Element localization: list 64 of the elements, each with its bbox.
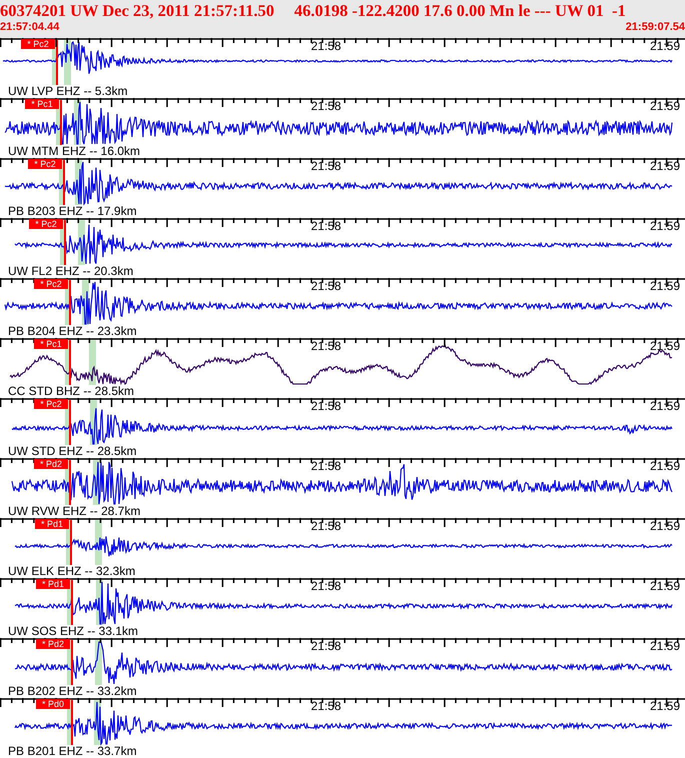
pick-line [70, 520, 72, 565]
pick-label: * Pc1 [25, 99, 59, 109]
time-label: 21:58 [311, 100, 342, 113]
pick-line [60, 100, 62, 145]
pick-line [69, 460, 71, 505]
pick-label: * Pc1 [34, 339, 68, 349]
pick-line [64, 220, 66, 265]
time-label: 21:58 [311, 700, 342, 713]
pick-label: * Pc2 [21, 39, 55, 49]
time-label: 21:58 [311, 580, 342, 593]
start-time: 21:57:04.44 [0, 21, 60, 34]
station-label: UW LVP EHZ -- 5.3km [8, 85, 128, 98]
time-label: 21:59 [650, 220, 680, 233]
pick-label: * Pc2 [28, 159, 62, 169]
time-label: 21:58 [311, 40, 342, 53]
time-label: 21:59 [650, 40, 680, 53]
time-label: 21:59 [650, 340, 680, 353]
pick-label: * Pc2 [34, 279, 68, 289]
station-label: UW MTM EHZ -- 16.0km [8, 145, 140, 158]
station-label: PB B201 EHZ -- 33.7km [8, 745, 137, 758]
time-label: 21:59 [650, 580, 680, 593]
pick-line [69, 280, 71, 325]
station-label: PB B203 EHZ -- 17.9km [8, 205, 137, 218]
pick-line [56, 40, 58, 85]
station-label: UW ELK EHZ -- 32.3km [8, 565, 136, 578]
station-label: UW RVW EHZ -- 28.7km [8, 505, 140, 518]
time-label: 21:59 [650, 400, 680, 413]
time-label: 21:59 [650, 640, 680, 653]
pick-label: * Pd0 [36, 699, 70, 709]
pick-label: * Pc2 [29, 219, 63, 229]
pick-label: * Pd1 [35, 519, 69, 529]
pick-line [63, 160, 65, 205]
station-label: UW FL2 EHZ -- 20.3km [8, 265, 134, 278]
time-label: 21:58 [311, 520, 342, 533]
time-label: 21:58 [311, 340, 342, 353]
pick-label: * Pd2 [34, 459, 68, 469]
station-label: PB B202 EHZ -- 33.2km [8, 685, 137, 698]
pick-line [71, 580, 73, 625]
pick-line [69, 340, 71, 385]
time-label: 21:58 [311, 280, 342, 293]
end-time: 21:59:07.54 [626, 21, 685, 34]
station-label: CC STD BHZ -- 28.5km [8, 385, 134, 398]
pick-label: * Pd1 [36, 579, 70, 589]
station-label: PB B204 EHZ -- 23.3km [8, 325, 137, 338]
time-label: 21:59 [650, 700, 680, 713]
time-label: 21:59 [650, 460, 680, 473]
pick-label: * Pc2 [34, 399, 68, 409]
time-label: 21:58 [311, 220, 342, 233]
station-label: UW SOS EHZ -- 33.1km [8, 625, 138, 638]
event-title: 60374201 UW Dec 23, 2011 21:57:11.50 [0, 0, 274, 21]
time-label: 21:58 [311, 460, 342, 473]
time-label: 21:58 [311, 640, 342, 653]
time-label: 21:59 [650, 160, 680, 173]
time-label: 21:58 [311, 160, 342, 173]
time-label: 21:58 [311, 400, 342, 413]
time-label: 21:59 [650, 100, 680, 113]
pick-line [71, 640, 73, 685]
station-label: UW STD EHZ -- 28.5km [8, 445, 137, 458]
pick-line [69, 400, 71, 445]
time-label: 21:59 [650, 280, 680, 293]
time-label: 21:59 [650, 520, 680, 533]
pick-label: * Pd2 [36, 639, 70, 649]
event-details: 46.0198 -122.4200 17.6 0.00 Mn le --- UW 01 -1 [294, 0, 626, 21]
pick-line [71, 700, 73, 745]
